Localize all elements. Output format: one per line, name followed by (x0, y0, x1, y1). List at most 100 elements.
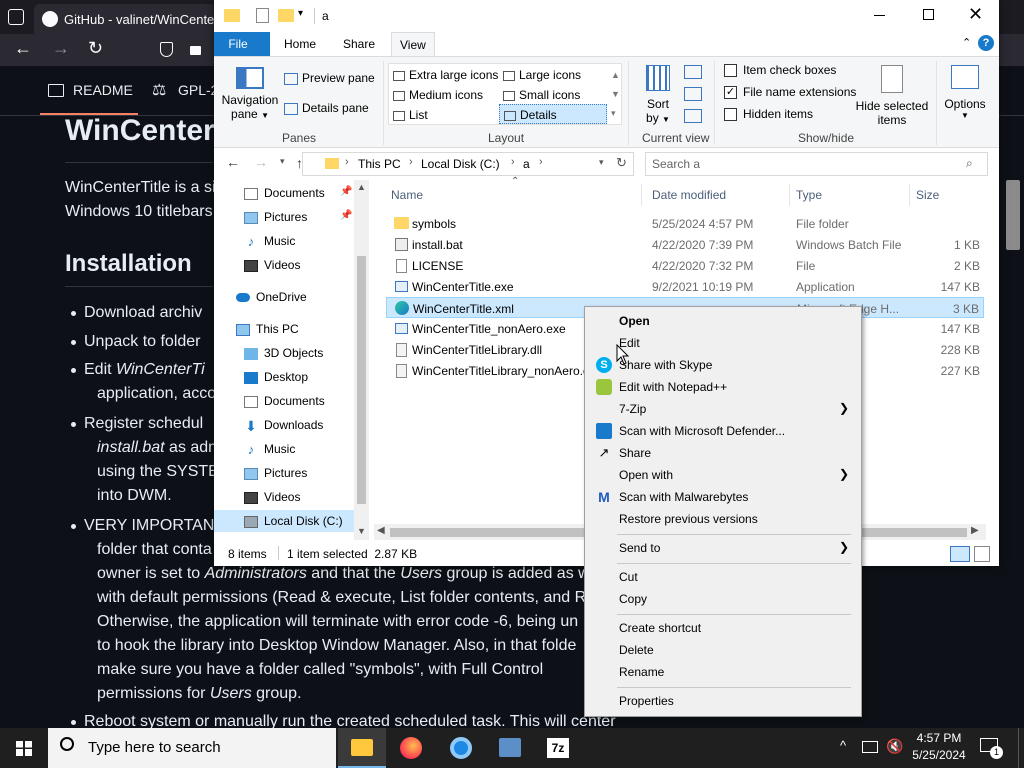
collapse-ribbon-icon[interactable]: ⌃ (962, 36, 971, 49)
menu-item-rename[interactable]: Rename (587, 661, 859, 683)
scroll-right-icon[interactable]: ▶ (971, 525, 979, 536)
layout-extra-large-icons[interactable]: Extra large icons (391, 66, 501, 84)
menu-item-delete[interactable]: Delete (587, 639, 859, 661)
forward-icon[interactable]: → (52, 38, 70, 59)
breadcrumb-local-disk[interactable]: Local Disk (C:) (421, 157, 500, 171)
back-icon[interactable]: ← (14, 38, 32, 59)
breadcrumb-this-pc[interactable]: This PC (358, 157, 401, 171)
file-row[interactable]: LICENSE 4/22/2020 7:32 PM File 2 KB (386, 255, 984, 276)
chevron-up-icon[interactable]: ^ (840, 738, 846, 753)
maximize-button[interactable] (923, 9, 934, 20)
show-desktop-button[interactable] (1018, 728, 1019, 768)
file-name-extensions-checkbox[interactable]: ✓ File name extensions (724, 85, 856, 100)
menu-item-defender-scan[interactable]: Scan with Microsoft Defender... (587, 420, 859, 442)
taskbar-search[interactable]: Type here to search (48, 728, 336, 768)
layout-list[interactable]: List (391, 106, 501, 124)
file-row[interactable]: install.bat 4/22/2020 7:39 PM Windows Ba… (386, 234, 984, 255)
menu-item-create-shortcut[interactable]: Create shortcut (587, 617, 859, 639)
license-tab[interactable]: GPL-2 (178, 82, 218, 98)
menu-item-cut[interactable]: Cut (587, 566, 859, 588)
address-bar[interactable]: ↑ › This PC › Local Disk (C:) › a › ▾ ↻ (296, 152, 634, 176)
nav-item-downloads[interactable]: ⬇ Downloads (244, 414, 323, 436)
taskbar-7zip[interactable]: 7z (534, 728, 582, 768)
help-icon[interactable]: ? (978, 35, 994, 51)
column-header-type[interactable]: Type (796, 188, 822, 202)
large-icons-view-icon[interactable] (974, 546, 990, 562)
minimize-button[interactable] (874, 15, 885, 16)
tab-list-icon[interactable] (8, 9, 24, 25)
scroll-left-icon[interactable]: ◀ (377, 525, 385, 536)
layout-details[interactable]: Details (499, 104, 607, 124)
tab-share[interactable]: Share (335, 32, 383, 56)
layout-medium-icons[interactable]: Medium icons (391, 86, 501, 104)
gallery-scroll-icon[interactable]: ▲ ▼ ▾ (611, 66, 620, 123)
nav-item-local-disk[interactable]: Local Disk (C:) (214, 510, 354, 532)
menu-item-open-with[interactable]: Open with ❯ (587, 464, 859, 486)
add-columns-icon[interactable] (684, 87, 702, 101)
options-button[interactable]: Options ▼ (940, 63, 990, 127)
column-header-size[interactable]: Size (916, 188, 939, 202)
sort-by-button[interactable]: Sort by ▼ (638, 63, 678, 127)
taskbar-app[interactable] (486, 728, 534, 768)
address-dropdown-icon[interactable]: ▾ (599, 157, 604, 168)
tab-file[interactable]: File (214, 32, 270, 56)
lock-icon[interactable] (190, 46, 201, 55)
details-view-icon[interactable] (950, 546, 970, 562)
network-icon[interactable] (862, 741, 878, 753)
properties-icon[interactable] (256, 8, 269, 23)
up-arrow-icon[interactable]: ↑ (296, 155, 303, 171)
tab-home[interactable]: Home (276, 32, 324, 56)
menu-item-properties[interactable]: Properties (587, 690, 859, 712)
nav-item-onedrive[interactable]: OneDrive (236, 286, 307, 308)
new-folder-icon[interactable] (278, 9, 294, 22)
nav-item-music[interactable]: ♪ Music (244, 230, 296, 252)
file-row[interactable]: symbols 5/25/2024 4:57 PM File folder (386, 213, 984, 234)
tab-view[interactable]: View (391, 32, 435, 57)
hide-selected-items-button[interactable]: Hide selected items (854, 63, 930, 127)
nav-item-music-2[interactable]: ♪ Music (244, 438, 296, 460)
file-row[interactable]: WinCenterTitle.exe 9/2/2021 10:19 PM App… (386, 276, 984, 297)
quick-access-dropdown-icon[interactable]: ▾ (298, 8, 303, 19)
nav-item-videos-2[interactable]: Videos (244, 486, 300, 508)
recent-locations-icon[interactable]: ▾ (280, 156, 285, 167)
taskbar-chrome[interactable] (436, 728, 484, 768)
pin-icon[interactable]: 📌 (340, 210, 352, 221)
menu-item-7zip[interactable]: 7-Zip ❯ (587, 398, 859, 420)
column-header-date[interactable]: Date modified (652, 188, 726, 202)
browser-scrollbar[interactable] (1006, 180, 1020, 250)
scroll-down-icon[interactable]: ▼ (357, 526, 366, 536)
refresh-icon[interactable]: ↻ (616, 155, 627, 171)
nav-item-documents[interactable]: Documents (244, 182, 325, 204)
menu-item-copy[interactable]: Copy (587, 588, 859, 610)
close-button[interactable]: ✕ (968, 4, 983, 25)
nav-item-pictures-2[interactable]: Pictures (244, 462, 307, 484)
forward-arrow-icon[interactable]: → (254, 154, 268, 170)
menu-item-send-to[interactable]: Send to ❯ (587, 537, 859, 559)
scroll-thumb[interactable] (357, 256, 366, 504)
taskbar-file-explorer[interactable] (338, 728, 386, 768)
reload-icon[interactable]: ↻ (88, 38, 103, 59)
preview-pane-button[interactable]: Preview pane (284, 71, 375, 85)
menu-item-restore-versions[interactable]: Restore previous versions (587, 508, 859, 530)
layout-small-icons[interactable]: Small icons (501, 86, 611, 104)
search-box[interactable]: Search a ⌕ (645, 152, 988, 176)
nav-item-pictures[interactable]: Pictures (244, 206, 307, 228)
menu-item-share[interactable]: ↗ Share (587, 442, 859, 464)
breadcrumb-a[interactable]: a (523, 157, 530, 171)
volume-muted-icon[interactable]: 🔇 (886, 738, 903, 755)
taskbar-firefox[interactable] (386, 728, 434, 768)
item-check-boxes-checkbox[interactable]: Item check boxes (724, 63, 836, 78)
navigation-pane-button[interactable]: Navigation pane ▼ (220, 63, 280, 127)
nav-item-documents-2[interactable]: Documents (244, 390, 325, 412)
layout-large-icons[interactable]: Large icons (501, 66, 611, 84)
menu-item-open[interactable]: Open (587, 310, 859, 332)
group-by-icon[interactable] (684, 65, 702, 79)
size-columns-icon[interactable] (684, 109, 702, 123)
nav-item-3d-objects[interactable]: 3D Objects (244, 342, 323, 364)
notification-center-button[interactable]: 1 (980, 738, 1003, 759)
column-header-name[interactable]: Name (391, 188, 423, 202)
nav-item-videos[interactable]: Videos (244, 254, 300, 276)
pin-icon[interactable]: 📌 (340, 186, 352, 197)
scroll-up-icon[interactable]: ▲ (357, 182, 366, 192)
nav-scrollbar[interactable]: ▲ ▼ (354, 180, 369, 540)
